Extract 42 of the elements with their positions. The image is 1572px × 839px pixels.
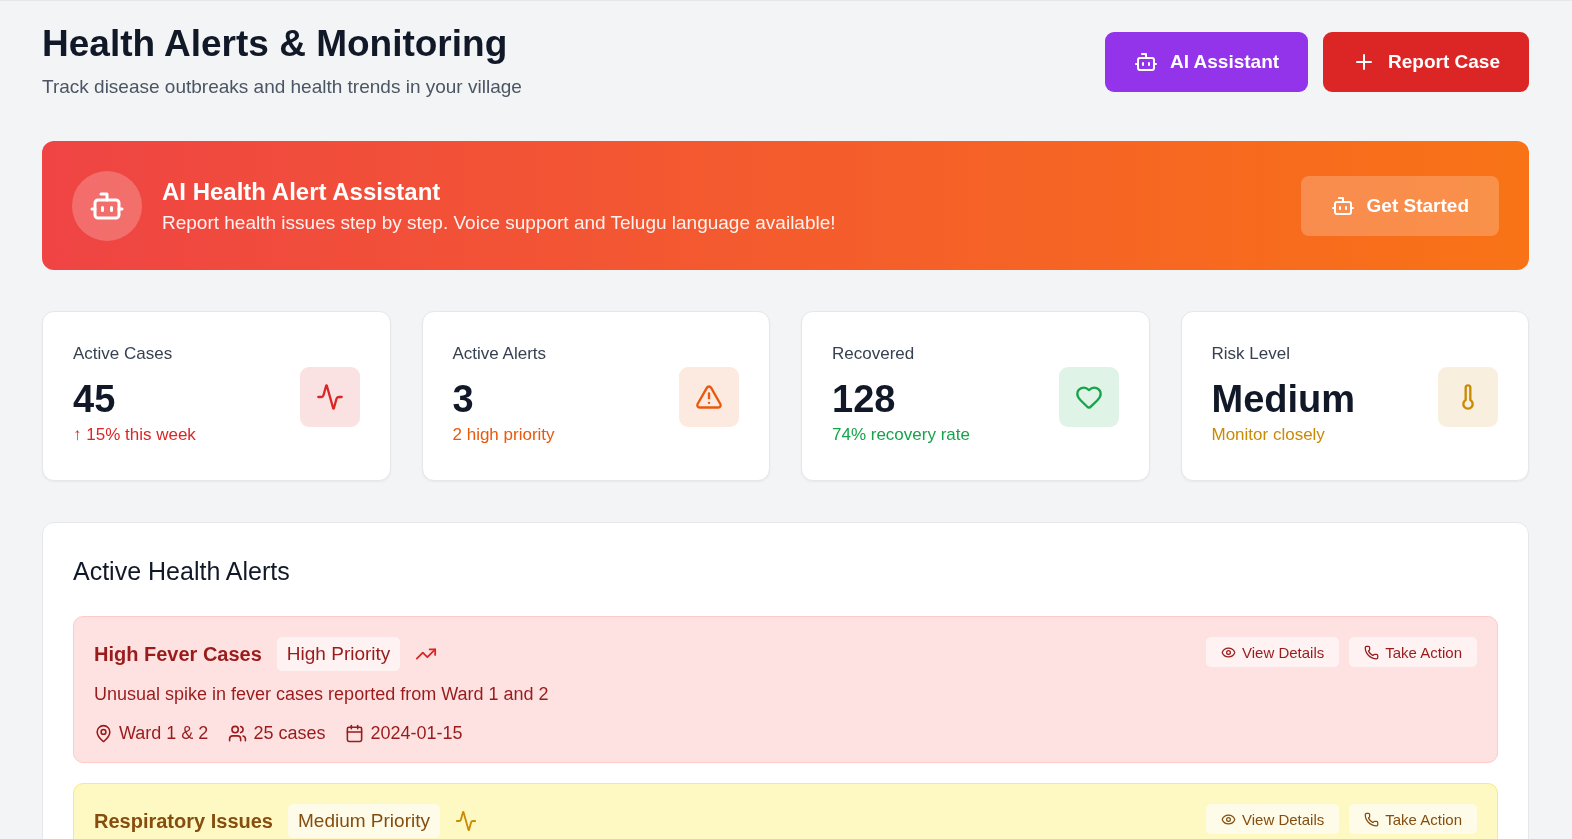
cases-label: 25 cases [228,723,326,744]
view-details-button[interactable]: View Details [1206,804,1340,834]
warning-icon [679,367,739,427]
eye-icon [1221,644,1236,660]
stat-note: 74% recovery rate [832,425,970,445]
view-details-button[interactable]: View Details [1206,637,1340,667]
ai-assistant-button[interactable]: AI Assistant [1104,32,1309,92]
calendar-icon [345,724,365,743]
take-action-button[interactable]: Take Action [1349,804,1477,834]
stat-note: ↑ 15% this week [73,425,196,445]
stat-value: 45 [73,378,117,421]
page-title: Health Alerts & Monitoring [42,22,509,66]
pulse-icon [299,367,360,427]
banner-text: Report health issues step by step. Voice support and Telugu language available! [162,211,837,234]
report-case-button[interactable]: Report Case [1323,32,1529,92]
alert-title: Respiratory Issues [94,809,273,833]
stat-label: Recovered [832,344,916,364]
location-label: Ward 1 & 2 [94,723,209,744]
phone-icon [1364,811,1380,827]
page-subtitle: Track disease outbreaks and health trends in your village [42,76,522,98]
pin-icon [94,724,113,743]
stat-note: 2 high priority [452,425,555,445]
stat-note: Monitor closely [1211,425,1326,445]
take-action-button[interactable]: Take Action [1349,637,1477,667]
alert-description: Unusual spike in fever cases reported from Ward 1 and 2 [94,684,549,705]
robot-icon [1133,50,1158,74]
stat-label: Active Cases [73,344,174,364]
stat-value: 3 [452,378,475,421]
stat-label: Risk Level [1211,344,1291,364]
stat-value: Medium [1211,378,1356,421]
stat-label: Active Alerts [452,344,548,364]
date-label: 2024-01-15 [345,723,463,744]
alert-title: High Fever Cases [94,642,262,666]
banner-title: AI Health Alert Assistant [162,177,442,206]
priority-badge: High Priority [276,637,401,671]
thermometer-icon [1438,367,1498,427]
people-icon [228,724,248,743]
panel-title: Active Health Alerts [73,557,291,586]
eye-icon [1221,811,1236,827]
phone-icon [1364,644,1380,660]
stat-value: 128 [832,378,897,421]
priority-badge: Medium Priority [288,804,440,838]
